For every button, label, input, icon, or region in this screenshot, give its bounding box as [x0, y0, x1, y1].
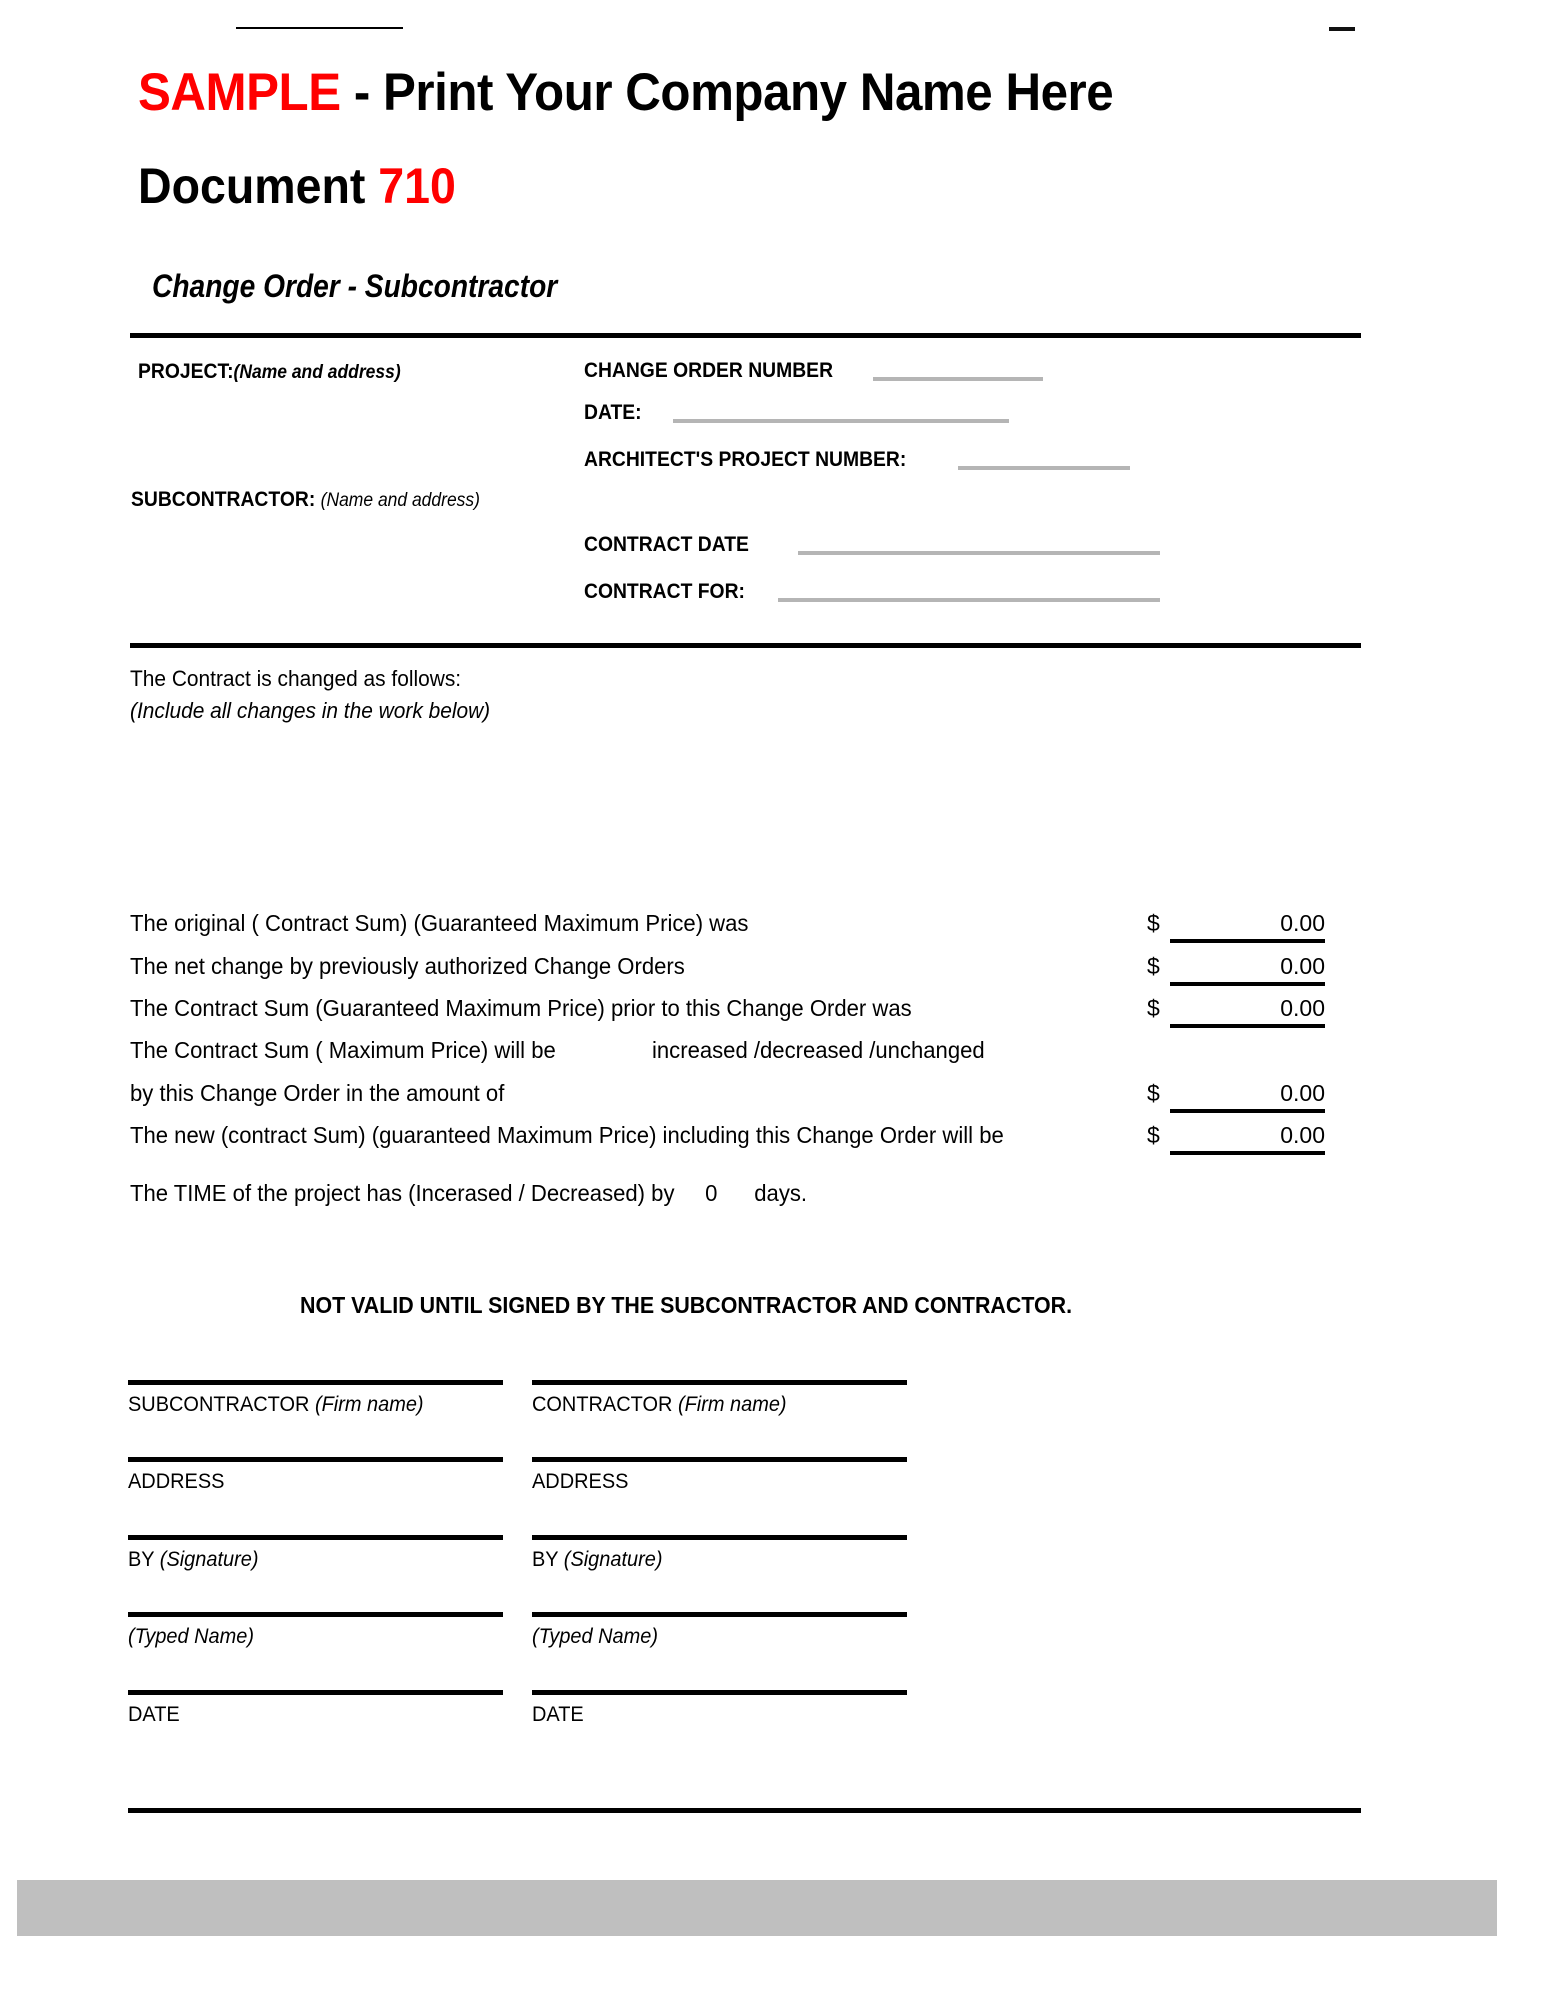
contractor-typed-name-label: (Typed Name): [532, 1625, 659, 1648]
change-order-number-label: CHANGE ORDER NUMBER: [584, 359, 834, 382]
subcontractor-field-label: SUBCONTRACTOR: (Name and address): [131, 488, 480, 511]
amount-row-label: by this Change Order in the amount of: [130, 1080, 505, 1106]
subcontractor-typed-name-label: (Typed Name): [128, 1625, 255, 1648]
amount-row-label: The Contract Sum (Guaranteed Maximum Pri…: [130, 995, 912, 1021]
architects-project-number-input[interactable]: [958, 466, 1130, 470]
currency-symbol: $: [1147, 1122, 1160, 1148]
amount-value-field[interactable]: 0.00: [1170, 995, 1325, 1028]
contract-for-input[interactable]: [778, 598, 1160, 602]
signature-rule: [128, 1612, 503, 1617]
sample-word: SAMPLE: [138, 63, 341, 122]
time-statement-pre: The TIME of the project has (Incerased /…: [130, 1180, 675, 1206]
subcontractor-hint: (Name and address): [320, 490, 480, 511]
document-subtitle: Change Order - Subcontractor: [152, 268, 558, 304]
amount-row-label: The original ( Contract Sum) (Guaranteed…: [130, 910, 749, 936]
signature-rule: [128, 1535, 503, 1540]
contractor-date-label: DATE: [532, 1703, 584, 1726]
time-statement: The TIME of the project has (Incerased /…: [130, 1180, 807, 1207]
currency-symbol: $: [1147, 953, 1160, 979]
amount-row-label: The net change by previously authorized …: [130, 953, 685, 979]
signature-rule: [532, 1690, 907, 1695]
signature-rule: [532, 1380, 907, 1385]
date-label: DATE:: [584, 401, 642, 424]
date-input[interactable]: [673, 419, 1009, 423]
subcontractor-firm-name-label: SUBCONTRACTOR (Firm name): [128, 1393, 424, 1416]
increase-decrease-options[interactable]: increased /decreased /unchanged: [652, 1037, 985, 1064]
contractor-address-label: ADDRESS: [532, 1470, 629, 1493]
document-number: 710: [378, 158, 456, 214]
header-divider-rule: [130, 333, 1361, 338]
amount-row-label: The Contract Sum ( Maximum Price) will b…: [130, 1037, 556, 1063]
subcontractor-date-label: DATE: [128, 1703, 180, 1726]
currency-symbol: $: [1147, 995, 1160, 1021]
signature-rule: [128, 1690, 503, 1695]
amount-value-field[interactable]: 0.00: [1170, 1122, 1325, 1155]
time-days-value[interactable]: 0: [705, 1180, 717, 1206]
bottom-gray-band: [17, 1880, 1497, 1936]
contractor-firm-name-label: CONTRACTOR (Firm name): [532, 1393, 787, 1416]
top-left-rule-mark: [236, 27, 403, 29]
amount-value-field[interactable]: 0.00: [1170, 910, 1325, 943]
signature-rule: [128, 1380, 503, 1385]
footer-divider-rule: [128, 1808, 1361, 1813]
document-page: SAMPLE - Print Your Company Name Here Do…: [0, 0, 1547, 2002]
currency-symbol: $: [1147, 1080, 1160, 1106]
document-number-heading: Document 710: [138, 157, 456, 215]
amount-row-label: The new (contract Sum) (guaranteed Maxim…: [130, 1122, 1004, 1148]
amount-value-field[interactable]: 0.00: [1170, 1080, 1325, 1113]
signature-rule: [532, 1612, 907, 1617]
amount-value-field[interactable]: 0.00: [1170, 953, 1325, 986]
contract-changed-hint: (Include all changes in the work below): [130, 698, 491, 723]
subcontractor-address-label: ADDRESS: [128, 1470, 225, 1493]
validity-notice: NOT VALID UNTIL SIGNED BY THE SUBCONTRAC…: [300, 1292, 1073, 1318]
page-title: SAMPLE - Print Your Company Name Here: [138, 62, 1114, 123]
project-field-label: PROJECT:(Name and address): [138, 360, 401, 383]
document-word: Document: [138, 158, 366, 214]
contract-date-input[interactable]: [798, 551, 1160, 555]
signature-rule: [532, 1535, 907, 1540]
currency-symbol: $: [1147, 910, 1160, 936]
signature-rule: [532, 1457, 907, 1462]
contract-for-label: CONTRACT FOR:: [584, 580, 745, 603]
top-right-dash-mark: [1329, 27, 1355, 31]
contract-changed-line: The Contract is changed as follows:: [130, 666, 462, 691]
project-hint: (Name and address): [233, 362, 401, 383]
signature-rule: [128, 1457, 503, 1462]
change-order-number-input[interactable]: [873, 377, 1043, 381]
subcontractor-signature-label: BY (Signature): [128, 1548, 259, 1571]
company-name-placeholder: - Print Your Company Name Here: [340, 63, 1114, 122]
contract-date-label: CONTRACT DATE: [584, 533, 749, 556]
time-statement-post: days.: [754, 1180, 808, 1206]
section-divider-rule: [130, 643, 1361, 648]
contractor-signature-label: BY (Signature): [532, 1548, 663, 1571]
architects-project-number-label: ARCHITECT'S PROJECT NUMBER:: [584, 448, 907, 471]
